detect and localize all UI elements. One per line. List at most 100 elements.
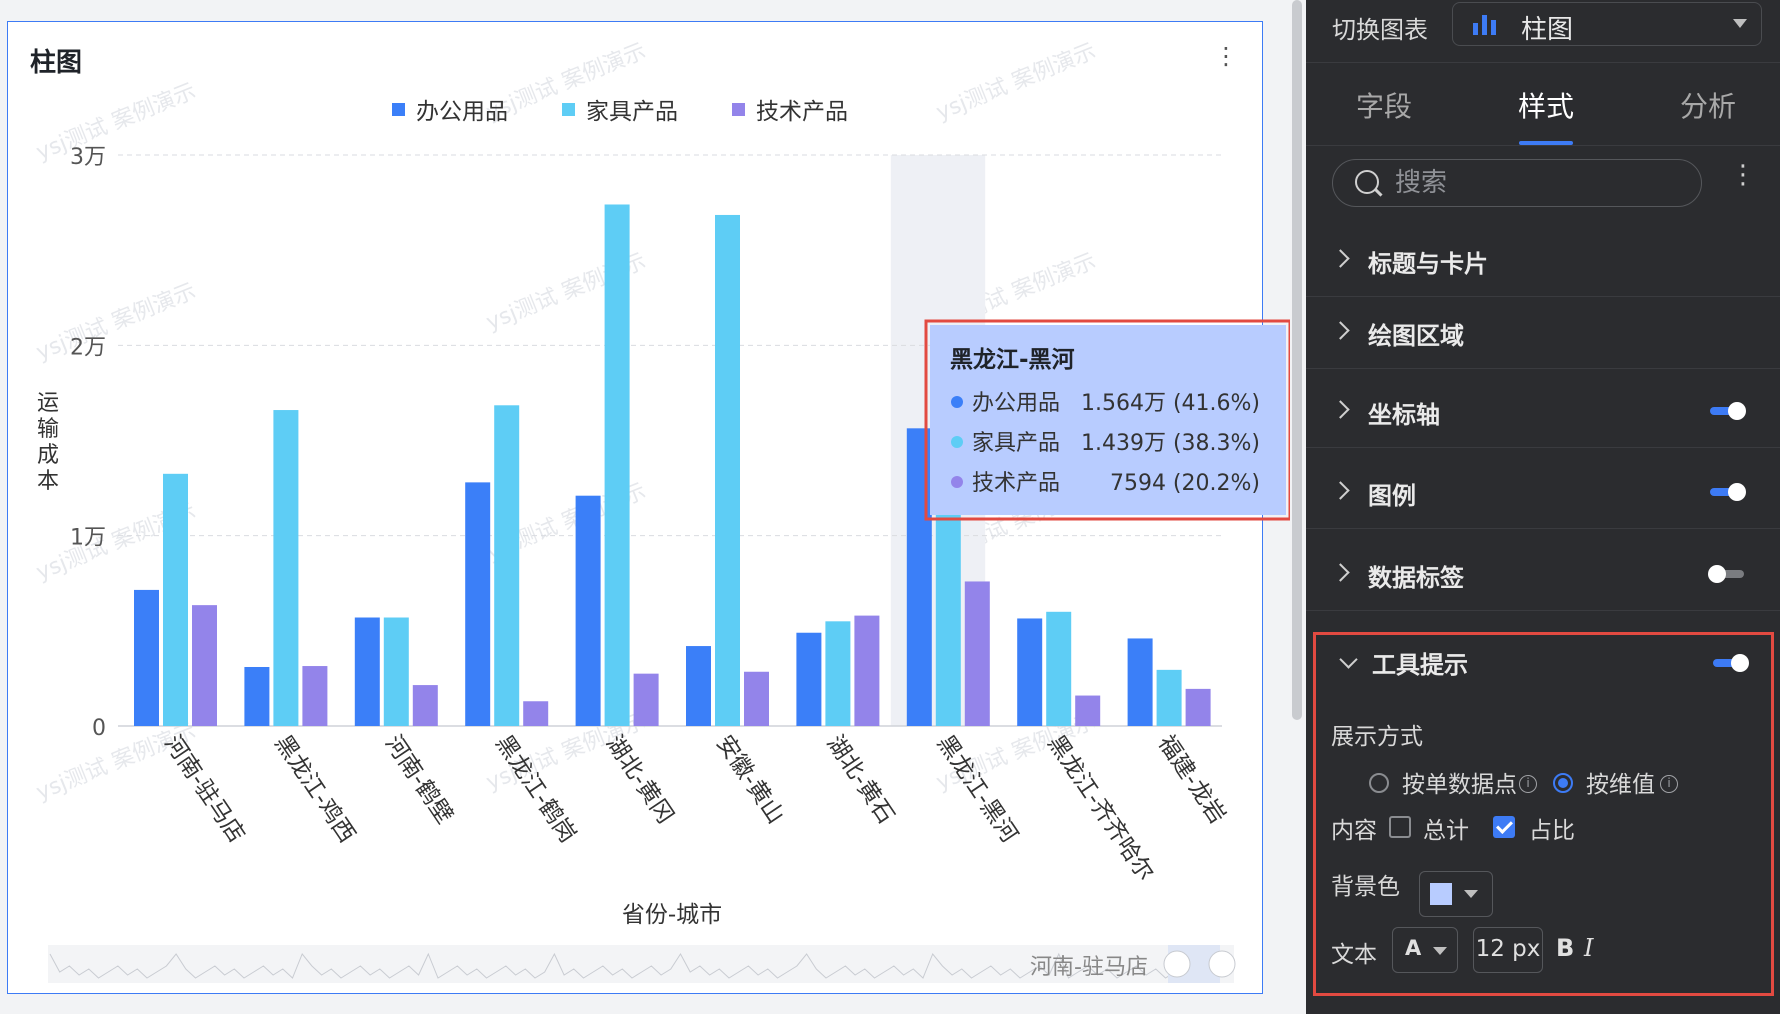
font-size-input[interactable]: 12 px <box>1473 927 1543 973</box>
checkbox-ratio-label[interactable]: 占比 <box>1529 811 1575 845</box>
legend-toggle[interactable] <box>1710 483 1746 501</box>
canvas-scrollbar[interactable] <box>1292 0 1302 720</box>
x-tick-label: 黑龙江-鸡西 <box>269 731 360 848</box>
radio-by-point-label[interactable]: 按单数据点 <box>1402 765 1517 799</box>
bar-chart-icon <box>1473 15 1496 35</box>
search-box[interactable] <box>1332 159 1702 207</box>
section-legend[interactable]: 图例 <box>1306 456 1780 529</box>
radio-by-point[interactable] <box>1369 773 1389 793</box>
section-plot-area[interactable]: 绘图区域 <box>1306 296 1780 369</box>
legend-swatch <box>732 103 745 116</box>
more-vertical-icon[interactable]: ⋮ <box>1730 160 1756 190</box>
checkbox-total-label[interactable]: 总计 <box>1423 811 1469 845</box>
legend-label: 技术产品 <box>756 99 848 125</box>
x-tick-label: 河南-鹤壁 <box>380 731 458 829</box>
chevron-right-icon <box>1331 481 1350 500</box>
font-color-picker[interactable]: A <box>1392 927 1458 973</box>
watermark-text: ysj测试 案例演示 <box>33 279 200 366</box>
tooltip-series-name: 家具产品 <box>972 431 1060 456</box>
bar <box>825 621 851 726</box>
bar <box>163 473 188 726</box>
bar <box>354 617 380 726</box>
content-label: 内容 <box>1331 818 1377 844</box>
bar <box>1185 688 1211 726</box>
legend-swatch <box>392 103 405 116</box>
radio-by-dimension-label[interactable]: 按维值 <box>1586 765 1655 799</box>
section-label: 图例 <box>1368 482 1416 510</box>
chevron-right-icon <box>1331 321 1350 340</box>
bar <box>604 204 630 726</box>
search-icon <box>1355 170 1379 194</box>
section-data-labels[interactable]: 数据标签 <box>1306 538 1780 611</box>
x-tick-label: 福建-龙岩 <box>1153 731 1231 829</box>
bar-chart[interactable]: ysj测试 案例演示 ysj测试 案例演示 ysj测试 案例演示ysj测试 案例演示… <box>0 0 1290 1014</box>
bar <box>1017 618 1043 726</box>
section-label: 标题与卡片 <box>1368 250 1488 278</box>
section-title-card[interactable]: 标题与卡片 <box>1306 224 1780 297</box>
legend-label: 家具产品 <box>586 99 678 125</box>
data-zoom-handle-left <box>1163 950 1191 978</box>
panel-tabs: 字段 样式 分析 <box>1306 62 1780 146</box>
bar <box>744 671 769 726</box>
data-zoom-label: 河南-驻马店 <box>1030 955 1148 980</box>
axis-toggle[interactable] <box>1710 402 1746 420</box>
section-label[interactable]: 工具提示 <box>1372 645 1468 680</box>
chart-type-value: 柱图 <box>1521 15 1574 45</box>
x-tick-label: 河南-驻马店 <box>159 731 250 848</box>
chevron-down-icon[interactable] <box>1339 650 1358 669</box>
tab-style[interactable]: 样式 <box>1518 85 1574 125</box>
radio-by-dimension[interactable] <box>1553 773 1573 793</box>
active-tab-indicator <box>1519 141 1573 145</box>
canvas-area: 柱图 ⋮ ysj测试 案例演示 ysj测试 案例演示 ysj测试 案例演示 ysj测试… <box>0 0 1296 1014</box>
bar <box>134 589 159 726</box>
checkbox-ratio[interactable] <box>1493 816 1515 838</box>
search-input[interactable] <box>1393 164 1677 202</box>
bar <box>192 605 217 726</box>
display-mode-label: 展示方式 <box>1331 724 1423 750</box>
y-axis-label-char: 成 <box>37 443 59 468</box>
section-label: 绘图区域 <box>1368 322 1464 350</box>
chevron-down-icon <box>1433 947 1447 955</box>
info-icon[interactable]: i <box>1519 775 1537 793</box>
bar <box>715 214 740 726</box>
checkbox-total[interactable] <box>1389 816 1411 838</box>
info-icon[interactable]: i <box>1660 775 1678 793</box>
chevron-right-icon <box>1331 563 1350 582</box>
tooltip-toggle[interactable] <box>1713 654 1749 672</box>
bar <box>1127 638 1153 726</box>
settings-panel: 切换图表 柱图 字段 样式 分析 ⋮ 标题与卡片 绘图区域 坐标轴 <box>1306 0 1780 1014</box>
bar <box>1075 695 1101 726</box>
bar <box>465 482 491 726</box>
bg-color-picker[interactable] <box>1419 871 1493 917</box>
bar <box>854 615 880 726</box>
bar <box>302 666 328 726</box>
x-tick-label: 黑龙江-齐齐哈尔 <box>1042 731 1158 886</box>
bar <box>273 410 299 726</box>
x-axis-label: 省份-城市 <box>622 902 722 928</box>
tooltip-marker <box>951 396 963 408</box>
bold-button[interactable]: B <box>1556 934 1574 962</box>
chevron-down-icon <box>1464 890 1478 898</box>
bar <box>412 685 438 726</box>
data-zoom-handle-right <box>1208 950 1236 978</box>
legend-swatch <box>562 103 575 116</box>
tab-analysis[interactable]: 分析 <box>1680 85 1736 125</box>
y-tick-label: 2万 <box>70 335 106 360</box>
tab-fields[interactable]: 字段 <box>1356 85 1412 125</box>
font-color-icon: A <box>1405 936 1422 960</box>
section-tooltip: 工具提示 展示方式 按单数据点 i 按维值 i 内容 总计 占比 背景色 文本 … <box>1313 632 1774 996</box>
tooltip-series-name: 技术产品 <box>972 471 1060 496</box>
chart-type-select[interactable]: 柱图 <box>1452 2 1762 46</box>
bar <box>383 617 409 726</box>
tooltip-value: 1.439万 (38.3%) <box>1081 431 1260 456</box>
italic-button[interactable]: I <box>1584 934 1593 962</box>
y-tick-label: 3万 <box>70 145 106 170</box>
legend-label: 办公用品 <box>416 99 508 125</box>
y-axis-label-char: 本 <box>37 469 59 494</box>
watermark-text: ysj测试 案例演示 <box>33 79 200 166</box>
bar <box>906 428 932 726</box>
bar <box>686 646 711 726</box>
section-axis[interactable]: 坐标轴 <box>1306 375 1780 448</box>
data-labels-toggle[interactable] <box>1708 565 1744 583</box>
section-label: 数据标签 <box>1368 564 1464 592</box>
